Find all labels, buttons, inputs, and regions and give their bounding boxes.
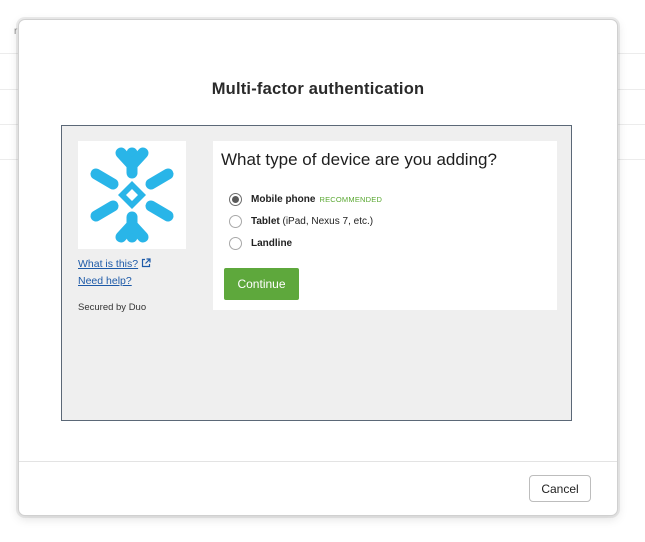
option-detail: (iPad, Nexus 7, etc.) <box>279 215 374 227</box>
device-question: What type of device are you adding? <box>221 150 497 169</box>
snowflake-logo-icon <box>90 147 174 243</box>
duo-prompt-frame: What is this? Need help? Secured by Duo … <box>61 125 572 421</box>
option-label: Tablet (iPad, Nexus 7, etc.) <box>251 216 373 227</box>
option-label: Mobile phone RECOMMENDED <box>251 194 382 205</box>
background-text: r <box>14 26 18 37</box>
option-landline[interactable]: Landline <box>229 235 292 251</box>
option-tablet[interactable]: Tablet (iPad, Nexus 7, etc.) <box>229 213 373 229</box>
option-label: Landline <box>251 238 292 249</box>
option-name: Tablet <box>251 215 280 227</box>
radio-mobile-phone[interactable] <box>229 192 242 206</box>
snowflake-logo <box>78 141 186 249</box>
what-is-this-label: What is this? <box>78 258 139 270</box>
secured-by-duo: Secured by Duo <box>78 302 147 313</box>
radio-landline[interactable] <box>229 236 242 250</box>
mfa-modal: Multi-factor authentication What is this… <box>18 19 618 516</box>
external-link-icon <box>142 258 151 268</box>
recommended-badge: RECOMMENDED <box>319 194 383 204</box>
need-help-link[interactable]: Need help? <box>78 275 132 287</box>
option-name: Landline <box>251 237 293 249</box>
what-is-this-link[interactable]: What is this? <box>78 258 151 270</box>
continue-button[interactable]: Continue <box>224 268 299 300</box>
option-mobile-phone[interactable]: Mobile phone RECOMMENDED <box>229 191 382 207</box>
radio-tablet[interactable] <box>229 214 242 228</box>
modal-title: Multi-factor authentication <box>211 80 425 98</box>
option-name: Mobile phone <box>251 193 316 205</box>
device-type-panel: What type of device are you adding? Mobi… <box>213 141 557 310</box>
footer-divider <box>19 461 617 462</box>
cancel-button[interactable]: Cancel <box>529 475 591 502</box>
